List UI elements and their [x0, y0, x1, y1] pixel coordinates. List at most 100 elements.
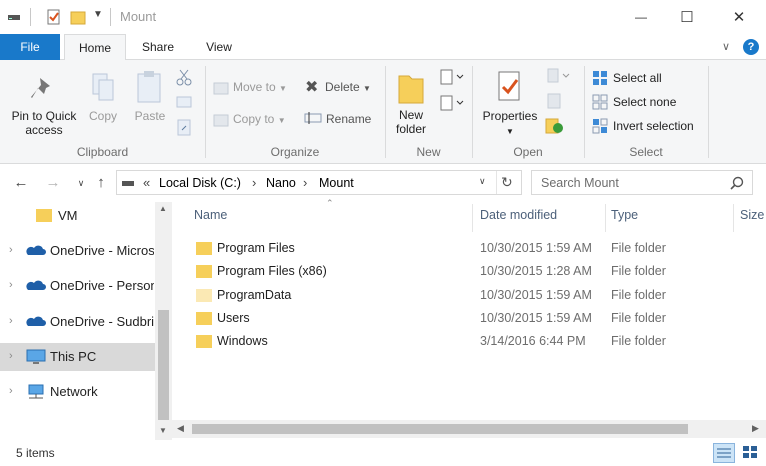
- up-icon[interactable]: ↑: [92, 174, 110, 192]
- hidden-folder-icon: [196, 289, 212, 302]
- nav-item-onedrive-micros[interactable]: › OneDrive - Micros: [0, 237, 155, 265]
- column-header-size[interactable]: Size: [740, 208, 764, 222]
- table-row[interactable]: Users 10/30/2015 1:59 AM File folder: [192, 307, 766, 330]
- paste-button[interactable]: Paste: [130, 109, 170, 123]
- open-icon[interactable]: [547, 68, 571, 84]
- invert-selection-button[interactable]: Invert selection: [613, 119, 694, 133]
- pin-to-quick-access-button[interactable]: Pin to Quick access: [6, 109, 82, 137]
- refresh-icon[interactable]: ↻: [501, 174, 513, 191]
- onedrive-icon: [26, 245, 46, 255]
- maximize-button[interactable]: ☐: [664, 0, 710, 34]
- copy-icon: [92, 73, 114, 101]
- search-box[interactable]: Search Mount: [531, 170, 753, 195]
- nav-item-onedrive-sudbri[interactable]: › OneDrive - Sudbri: [0, 308, 155, 336]
- delete-button[interactable]: Delete ▼: [325, 80, 371, 96]
- drive-icon: [8, 15, 20, 20]
- column-header-date-modified[interactable]: Date modified: [480, 208, 557, 222]
- expand-chevron-icon[interactable]: ›: [9, 385, 13, 397]
- edit-icon[interactable]: [547, 93, 563, 109]
- expand-chevron-icon[interactable]: ›: [9, 244, 13, 256]
- details-view-icon: [717, 448, 731, 458]
- folder-icon: [196, 335, 212, 348]
- paste-shortcut-icon[interactable]: [176, 118, 192, 136]
- tab-file[interactable]: File: [0, 34, 60, 60]
- details-view-button[interactable]: [713, 443, 735, 463]
- tab-share[interactable]: Share: [132, 34, 184, 60]
- back-icon[interactable]: ←: [12, 174, 30, 192]
- address-dropdown-icon[interactable]: ∨: [479, 176, 486, 187]
- table-row[interactable]: ProgramData 10/30/2015 1:59 AM File fold…: [192, 284, 766, 307]
- search-icon[interactable]: [730, 176, 744, 190]
- scroll-down-icon[interactable]: ▼: [159, 426, 167, 435]
- status-bar: 5 items: [0, 440, 766, 466]
- open-group-label: Open: [513, 145, 543, 159]
- copy-button[interactable]: Copy: [86, 109, 120, 123]
- hscroll-thumb[interactable]: [192, 424, 688, 434]
- rename-button[interactable]: Rename: [326, 112, 371, 126]
- customize-quick-access-icon[interactable]: ▼: [93, 9, 103, 20]
- item-count: 5 items: [16, 446, 55, 460]
- cut-icon[interactable]: [176, 68, 192, 86]
- nav-item-vm[interactable]: VM: [0, 202, 155, 230]
- scroll-right-icon[interactable]: ▶: [752, 423, 759, 434]
- expand-chevron-icon[interactable]: ›: [9, 279, 13, 291]
- nav-item-this-pc[interactable]: › This PC: [0, 343, 155, 371]
- properties-check-icon[interactable]: [46, 9, 62, 25]
- nav-pane-scrollbar[interactable]: ▲ ▼: [155, 202, 172, 440]
- history-icon[interactable]: [545, 117, 565, 135]
- address-bar[interactable]: « Local Disk (C:) › Nano › Mount ∨ ↻: [116, 170, 522, 195]
- properties-button[interactable]: Properties ▼: [480, 109, 540, 139]
- easy-access-icon[interactable]: [440, 94, 464, 112]
- new-item-icon[interactable]: [440, 68, 464, 86]
- select-none-button[interactable]: Select none: [613, 95, 676, 109]
- table-row[interactable]: Program Files 10/30/2015 1:59 AM File fo…: [192, 237, 766, 260]
- organize-group-label: Organize: [270, 145, 320, 159]
- large-icons-view-icon: [743, 446, 757, 458]
- new-folder-icon: [398, 75, 424, 104]
- forward-icon[interactable]: →: [44, 174, 62, 192]
- minimize-button[interactable]: —: [618, 0, 664, 34]
- table-row[interactable]: Program Files (x86) 10/30/2015 1:28 AM F…: [192, 260, 766, 283]
- breadcrumb-separator[interactable]: ›: [303, 175, 307, 190]
- expand-chevron-icon[interactable]: ›: [9, 315, 13, 327]
- file-list-hscrollbar[interactable]: ◀ ▶: [172, 420, 766, 438]
- copy-path-icon[interactable]: [176, 94, 192, 110]
- new-folder-icon[interactable]: [70, 9, 86, 25]
- breadcrumb-local-disk[interactable]: Local Disk (C:): [159, 176, 241, 190]
- breadcrumb-separator[interactable]: ›: [252, 175, 256, 190]
- table-row[interactable]: Windows 3/14/2016 6:44 PM File folder: [192, 330, 766, 353]
- help-icon[interactable]: ?: [743, 39, 759, 55]
- breadcrumb-mount[interactable]: Mount: [319, 176, 354, 190]
- close-button[interactable]: ✕: [716, 0, 762, 34]
- navigation-pane: VM › OneDrive - Micros › OneDrive - Pers…: [0, 202, 172, 440]
- nav-item-network[interactable]: › Network: [0, 378, 155, 406]
- select-all-button[interactable]: Select all: [613, 71, 662, 85]
- nav-scroll-thumb[interactable]: [158, 310, 169, 420]
- window-title: Mount: [120, 9, 157, 24]
- scroll-left-icon[interactable]: ◀: [177, 423, 184, 434]
- select-all-icon: [593, 71, 607, 85]
- sort-ascending-icon: ⌃: [326, 198, 334, 208]
- nav-item-onedrive-person[interactable]: › OneDrive - Person: [0, 272, 155, 300]
- expand-chevron-icon[interactable]: ›: [9, 350, 13, 362]
- expand-ribbon-icon[interactable]: ∨: [722, 40, 730, 53]
- tab-home[interactable]: Home: [64, 34, 126, 61]
- search-input[interactable]: Search Mount: [541, 176, 619, 190]
- column-header-name[interactable]: Name: [194, 208, 227, 222]
- new-folder-button[interactable]: New folder: [388, 108, 434, 136]
- column-header-type[interactable]: Type: [611, 208, 638, 222]
- network-icon: [28, 384, 44, 399]
- properties-icon: [498, 71, 520, 101]
- recent-locations-icon[interactable]: ∨: [72, 174, 90, 192]
- copy-to-button[interactable]: Copy to ▼: [233, 112, 286, 128]
- move-to-button[interactable]: Move to ▼: [233, 80, 287, 96]
- copy-to-icon: [213, 114, 229, 127]
- pc-icon: [26, 349, 46, 364]
- breadcrumb-nano[interactable]: Nano: [266, 176, 296, 190]
- tab-view[interactable]: View: [194, 34, 244, 60]
- large-icons-view-button[interactable]: [740, 443, 762, 463]
- folder-icon: [196, 242, 212, 255]
- scroll-up-icon[interactable]: ▲: [159, 204, 167, 213]
- overflow-chevron[interactable]: «: [143, 175, 150, 190]
- select-none-icon: [592, 94, 608, 110]
